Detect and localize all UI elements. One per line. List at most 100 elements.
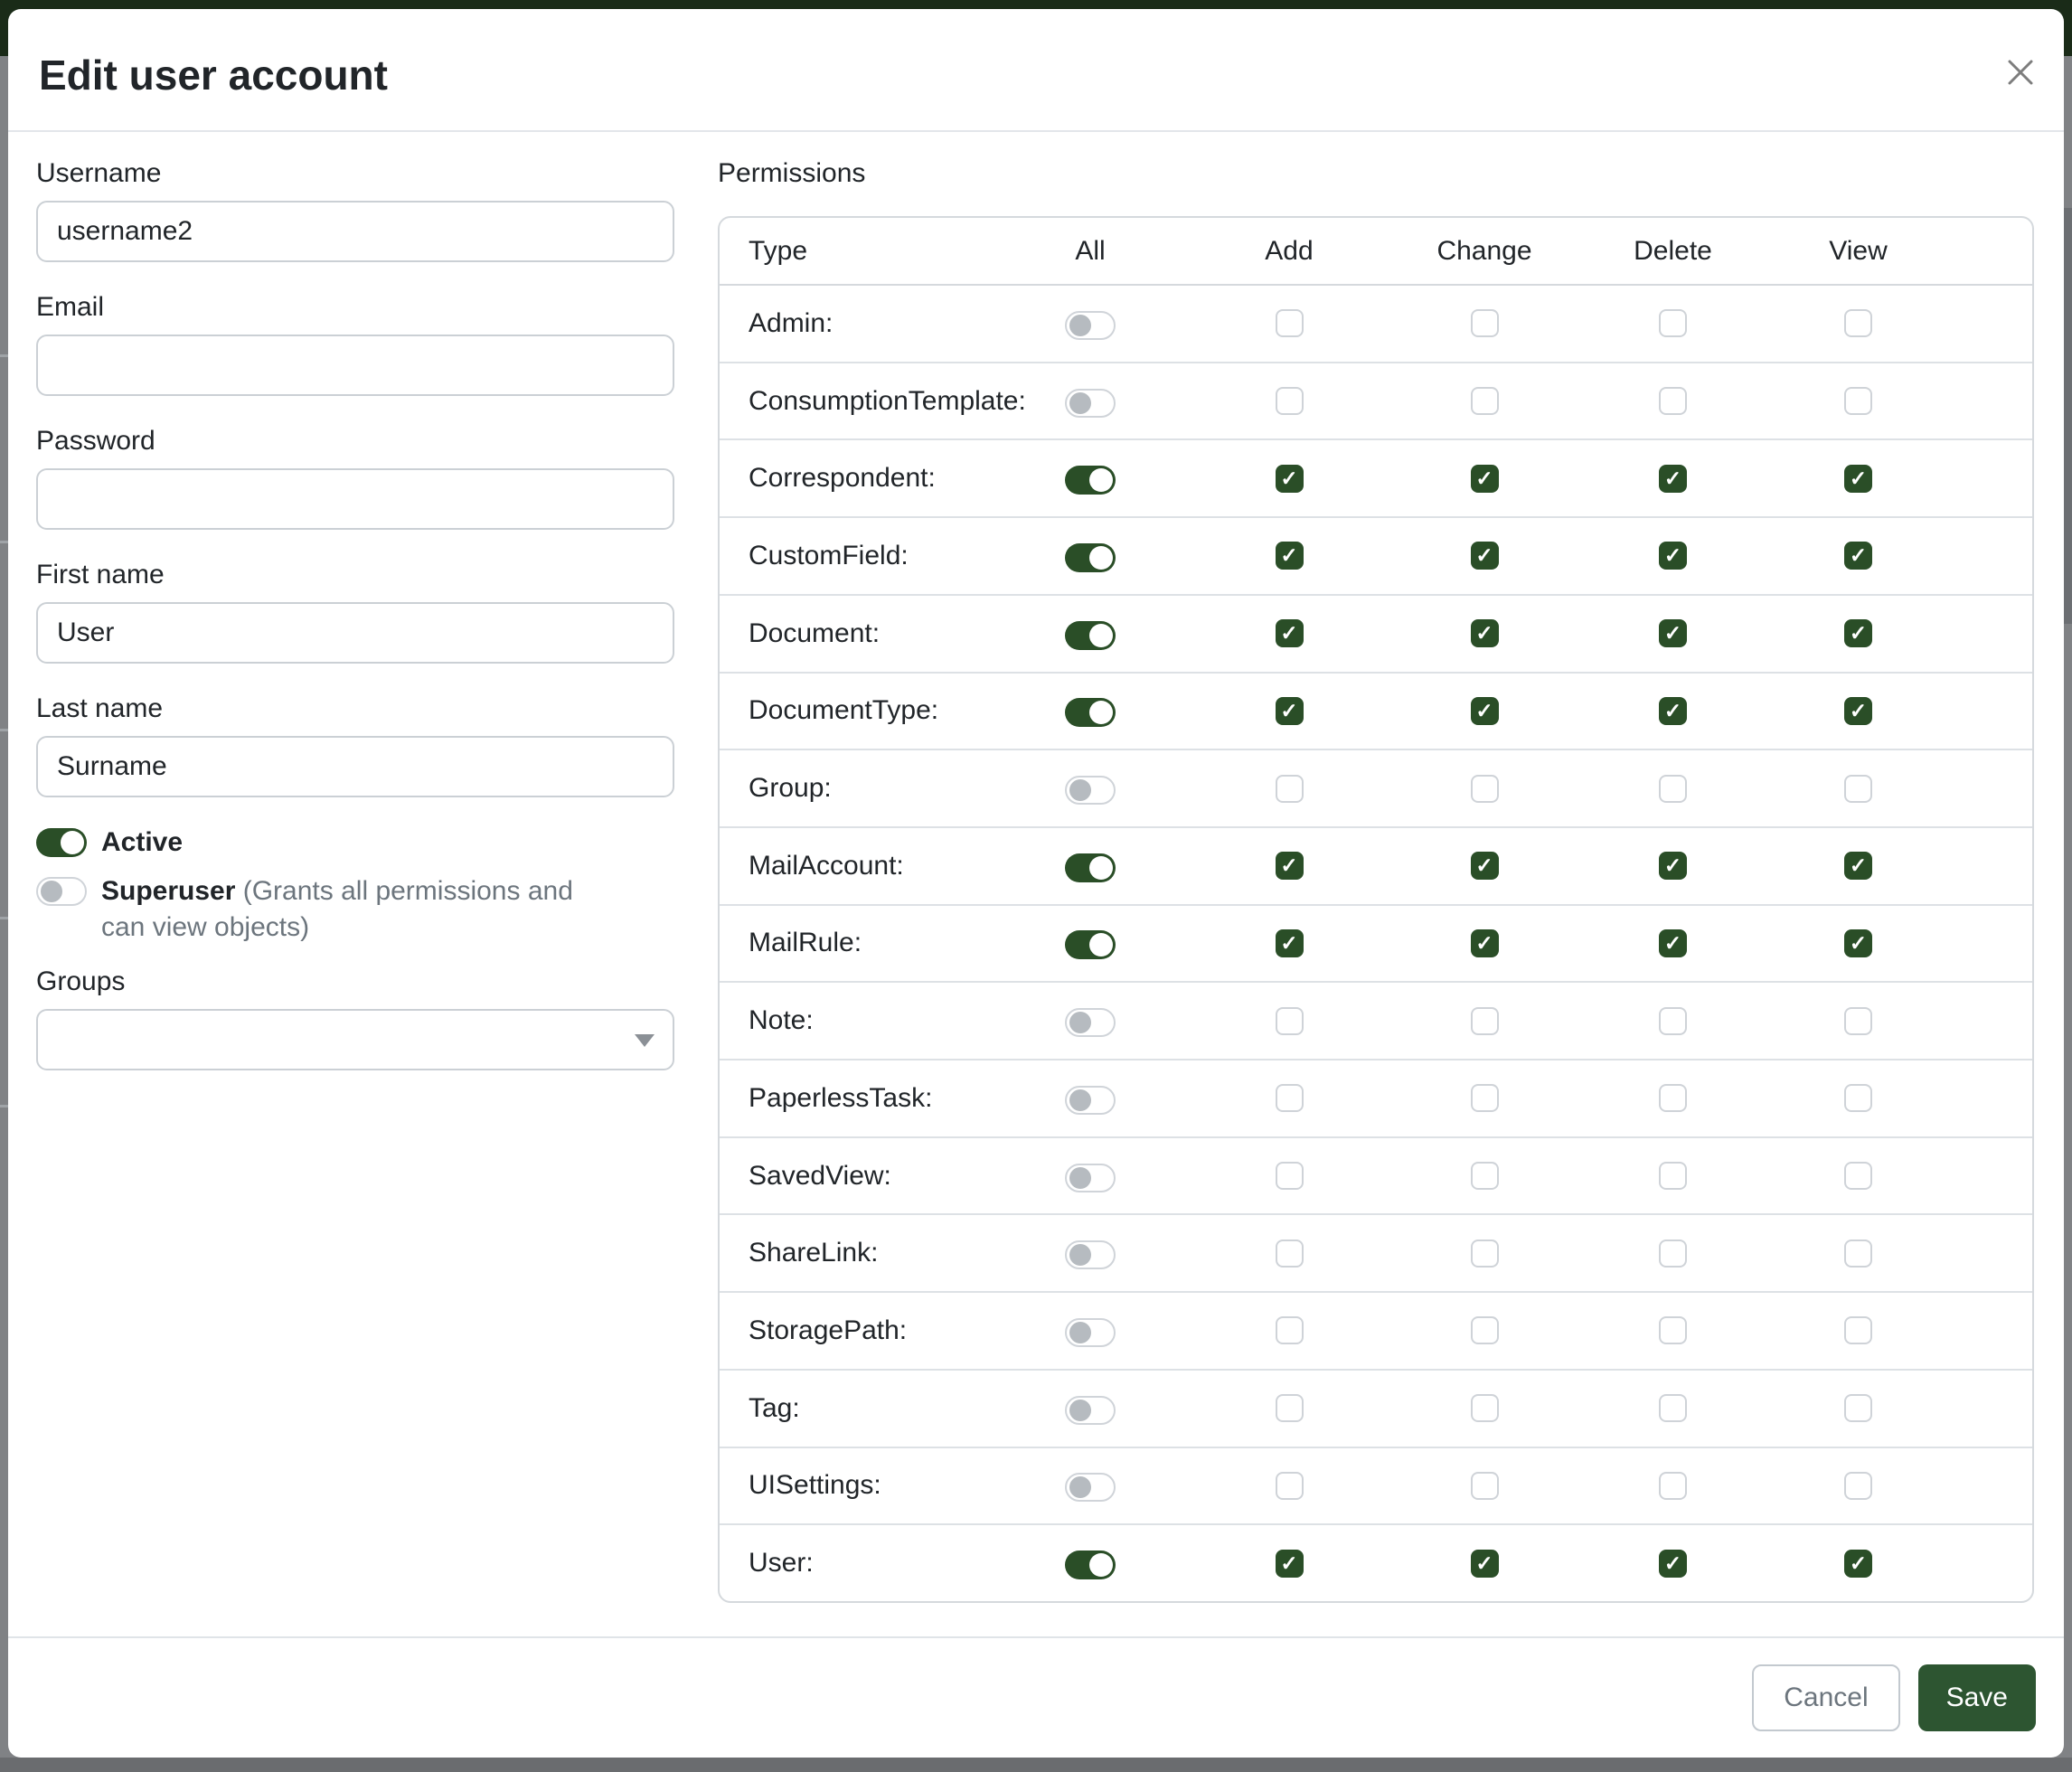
permission-delete-checkbox[interactable]: ✓ — [1659, 465, 1687, 493]
permission-all-toggle[interactable] — [1065, 1396, 1116, 1425]
permission-view-checkbox[interactable]: ✓ — [1844, 619, 1872, 647]
permission-add-checkbox[interactable]: ✓ — [1276, 697, 1304, 725]
permission-all-toggle[interactable] — [1065, 930, 1116, 959]
permission-change-checkbox[interactable]: ✓ — [1471, 465, 1499, 493]
permission-add-checkbox[interactable]: ✓ — [1276, 929, 1304, 957]
permission-delete-checkbox[interactable] — [1659, 1007, 1687, 1035]
permission-change-checkbox[interactable] — [1471, 1472, 1499, 1500]
permission-change-checkbox[interactable] — [1471, 1162, 1499, 1190]
permission-add-checkbox[interactable] — [1276, 387, 1304, 415]
permission-all-toggle[interactable] — [1065, 698, 1116, 727]
permission-delete-checkbox[interactable] — [1659, 1239, 1687, 1268]
permission-delete-checkbox[interactable]: ✓ — [1659, 1550, 1687, 1578]
permission-view-checkbox[interactable]: ✓ — [1844, 1550, 1872, 1578]
permission-all-toggle[interactable] — [1065, 853, 1116, 882]
permission-view-checkbox[interactable] — [1844, 1472, 1872, 1500]
permission-view-checkbox[interactable]: ✓ — [1844, 929, 1872, 957]
permission-add-checkbox[interactable] — [1276, 309, 1304, 337]
permission-add-checkbox[interactable]: ✓ — [1276, 1550, 1304, 1578]
permission-view-checkbox[interactable] — [1844, 1394, 1872, 1422]
permission-change-checkbox[interactable]: ✓ — [1471, 697, 1499, 725]
groups-select[interactable] — [36, 1009, 674, 1070]
username-input[interactable] — [36, 201, 674, 262]
email-field[interactable] — [36, 335, 674, 396]
permission-change-checkbox[interactable] — [1471, 1084, 1499, 1112]
permission-delete-checkbox[interactable]: ✓ — [1659, 542, 1687, 570]
permission-add-checkbox[interactable]: ✓ — [1276, 852, 1304, 880]
permission-all-toggle[interactable] — [1065, 776, 1116, 805]
permission-view-checkbox[interactable]: ✓ — [1844, 542, 1872, 570]
save-button[interactable]: Save — [1918, 1664, 2036, 1731]
permission-view-checkbox[interactable]: ✓ — [1844, 465, 1872, 493]
permission-delete-checkbox[interactable] — [1659, 1316, 1687, 1344]
permission-add-checkbox[interactable] — [1276, 1084, 1304, 1112]
permission-all-toggle[interactable] — [1065, 1473, 1116, 1502]
permission-add-checkbox[interactable] — [1276, 1472, 1304, 1500]
permission-all-toggle[interactable] — [1065, 311, 1116, 340]
permission-all-toggle[interactable] — [1065, 1086, 1116, 1115]
permission-add-checkbox[interactable]: ✓ — [1276, 465, 1304, 493]
permission-add-checkbox[interactable] — [1276, 1239, 1304, 1268]
permission-view-checkbox[interactable] — [1844, 1007, 1872, 1035]
permission-all-toggle[interactable] — [1065, 1550, 1116, 1579]
permission-view-checkbox[interactable] — [1844, 775, 1872, 803]
permission-change-checkbox[interactable] — [1471, 387, 1499, 415]
permission-add-checkbox[interactable] — [1276, 1394, 1304, 1422]
permission-view-checkbox[interactable]: ✓ — [1844, 852, 1872, 880]
permission-view-checkbox[interactable] — [1844, 387, 1872, 415]
permission-view-checkbox[interactable]: ✓ — [1844, 697, 1872, 725]
permission-change-checkbox[interactable] — [1471, 1316, 1499, 1344]
cancel-button[interactable]: Cancel — [1752, 1664, 1899, 1731]
permission-change-checkbox[interactable] — [1471, 775, 1499, 803]
permission-change-checkbox[interactable] — [1471, 1394, 1499, 1422]
permission-add-checkbox[interactable] — [1276, 1316, 1304, 1344]
password-field[interactable] — [36, 468, 674, 530]
permission-view-checkbox[interactable] — [1844, 1316, 1872, 1344]
permission-change-checkbox[interactable]: ✓ — [1471, 619, 1499, 647]
superuser-toggle[interactable] — [36, 877, 87, 906]
permission-delete-checkbox[interactable] — [1659, 1394, 1687, 1422]
permission-all-toggle[interactable] — [1065, 1164, 1116, 1192]
permission-type-label: Correspondent: — [720, 463, 991, 494]
permission-all-toggle[interactable] — [1065, 389, 1116, 418]
permission-delete-checkbox[interactable]: ✓ — [1659, 619, 1687, 647]
permission-change-checkbox[interactable]: ✓ — [1471, 1550, 1499, 1578]
permission-delete-checkbox[interactable] — [1659, 1162, 1687, 1190]
last-name-field[interactable] — [36, 736, 674, 797]
permission-delete-checkbox[interactable] — [1659, 309, 1687, 337]
permission-all-toggle[interactable] — [1065, 1008, 1116, 1037]
permission-all-toggle[interactable] — [1065, 1318, 1116, 1347]
permission-view-checkbox[interactable] — [1844, 309, 1872, 337]
permission-delete-checkbox[interactable] — [1659, 775, 1687, 803]
permission-delete-checkbox[interactable]: ✓ — [1659, 697, 1687, 725]
permission-change-checkbox[interactable] — [1471, 1239, 1499, 1268]
permission-delete-checkbox[interactable] — [1659, 1084, 1687, 1112]
permission-all-toggle[interactable] — [1065, 621, 1116, 650]
permission-add-checkbox[interactable] — [1276, 775, 1304, 803]
permission-add-checkbox[interactable] — [1276, 1007, 1304, 1035]
permission-view-checkbox[interactable] — [1844, 1239, 1872, 1268]
close-button[interactable] — [2001, 52, 2040, 92]
permission-change-checkbox[interactable]: ✓ — [1471, 852, 1499, 880]
permission-all-toggle[interactable] — [1065, 466, 1116, 495]
permission-change-checkbox[interactable]: ✓ — [1471, 929, 1499, 957]
permission-view-checkbox[interactable] — [1844, 1162, 1872, 1190]
permission-delete-checkbox[interactable]: ✓ — [1659, 929, 1687, 957]
permission-add-checkbox[interactable] — [1276, 1162, 1304, 1190]
page-scrollbar-thumb[interactable] — [2064, 208, 2072, 624]
permission-add-checkbox[interactable]: ✓ — [1276, 542, 1304, 570]
permission-all-toggle[interactable] — [1065, 543, 1116, 572]
active-toggle[interactable] — [36, 828, 87, 857]
permission-change-checkbox[interactable] — [1471, 309, 1499, 337]
permission-change-checkbox[interactable]: ✓ — [1471, 542, 1499, 570]
permission-delete-checkbox[interactable] — [1659, 1472, 1687, 1500]
permission-add-checkbox[interactable]: ✓ — [1276, 619, 1304, 647]
permission-all-toggle[interactable] — [1065, 1240, 1116, 1269]
permission-delete-checkbox[interactable]: ✓ — [1659, 852, 1687, 880]
permission-delete-checkbox[interactable] — [1659, 387, 1687, 415]
permission-type-label: StoragePath: — [720, 1315, 991, 1346]
first-name-field[interactable] — [36, 602, 674, 664]
permission-view-checkbox[interactable] — [1844, 1084, 1872, 1112]
first-name-label: First name — [36, 557, 674, 593]
permission-change-checkbox[interactable] — [1471, 1007, 1499, 1035]
